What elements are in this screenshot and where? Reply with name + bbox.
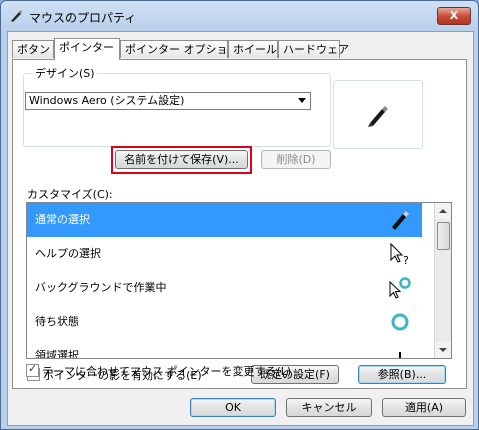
title-bar: マウスのプロパティ X xyxy=(1,1,478,31)
working-background-cursor-icon xyxy=(389,277,411,299)
scroll-up-icon[interactable] xyxy=(435,203,451,219)
busy-cursor-icon xyxy=(391,313,409,331)
pointers-panel: デザイン(S) Windows Aero (システム設定) 名前を付けて保存(V… xyxy=(12,59,467,389)
dialog-client-area: ボタン ポインター ポインター オプション ホイール ハードウェア デザイン(S… xyxy=(7,31,474,426)
close-button[interactable]: X xyxy=(437,7,471,25)
scroll-down-icon[interactable] xyxy=(435,342,451,358)
cursor-list[interactable]: 通常の選択 ヘルプの選択 ? バックグラウンドで作業中 待ち状態 領域選択 xyxy=(26,202,452,359)
list-item-busy[interactable]: 待ち状態 xyxy=(27,305,422,339)
dropdown-arrow-icon[interactable] xyxy=(298,98,306,103)
cancel-button[interactable]: キャンセル xyxy=(286,398,372,417)
list-item-normal-select[interactable]: 通常の選択 xyxy=(27,203,422,237)
help-select-cursor-icon: ? xyxy=(390,242,409,266)
scroll-thumb[interactable] xyxy=(437,222,450,250)
allow-theme-change-checkbox[interactable] xyxy=(26,362,39,377)
tab-hardware[interactable]: ハードウェア xyxy=(278,40,349,58)
allow-theme-change-option[interactable]: テーマに合わせてマウス ポインターを変更する(L) xyxy=(26,362,292,379)
tab-pointer-options[interactable]: ポインター オプション xyxy=(120,40,239,58)
mouse-pointer-icon xyxy=(11,10,22,22)
pen-preview-icon xyxy=(368,106,388,127)
list-item-label: 領域選択 xyxy=(35,349,79,359)
scheme-value: Windows Aero (システム設定) xyxy=(29,94,185,107)
mouse-properties-window: マウスのプロパティ X ボタン ポインター ポインター オプション ホイール ハ… xyxy=(0,0,479,430)
browse-button[interactable]: 参照(B)... xyxy=(358,365,446,384)
list-item-working-background[interactable]: バックグラウンドで作業中 xyxy=(27,271,422,305)
list-item-precision-select[interactable]: 領域選択 xyxy=(27,339,422,359)
design-label: デザイン(S) xyxy=(33,65,97,81)
allow-theme-change-label: テーマに合わせてマウス ポインターを変更する(L) xyxy=(42,365,292,378)
window-title: マウスのプロパティ xyxy=(29,11,137,25)
list-item-label: 通常の選択 xyxy=(35,213,90,226)
list-scrollbar[interactable] xyxy=(434,203,451,358)
tab-wheel[interactable]: ホイール xyxy=(228,40,278,58)
tab-buttons[interactable]: ボタン xyxy=(12,40,54,58)
list-item-help-select[interactable]: ヘルプの選択 ? xyxy=(27,237,422,271)
customize-label: カスタマイズ(C): xyxy=(27,188,113,201)
delete-button[interactable]: 削除(D) xyxy=(261,150,331,169)
save-as-button[interactable]: 名前を付けて保存(V)... xyxy=(115,150,248,169)
cursor-preview xyxy=(333,80,423,149)
scheme-select[interactable]: Windows Aero (システム設定) xyxy=(25,92,311,110)
list-item-label: ヘルプの選択 xyxy=(35,247,101,260)
precision-select-cursor-icon xyxy=(399,352,401,358)
svg-text:?: ? xyxy=(403,254,409,266)
ok-button[interactable]: OK xyxy=(190,398,276,417)
design-group xyxy=(23,73,331,147)
pen-cursor-icon xyxy=(392,211,409,230)
tab-pointers[interactable]: ポインター xyxy=(54,38,120,60)
list-item-label: 待ち状態 xyxy=(35,315,79,328)
apply-button[interactable]: 適用(A) xyxy=(382,398,466,417)
list-item-label: バックグラウンドで作業中 xyxy=(35,281,167,294)
